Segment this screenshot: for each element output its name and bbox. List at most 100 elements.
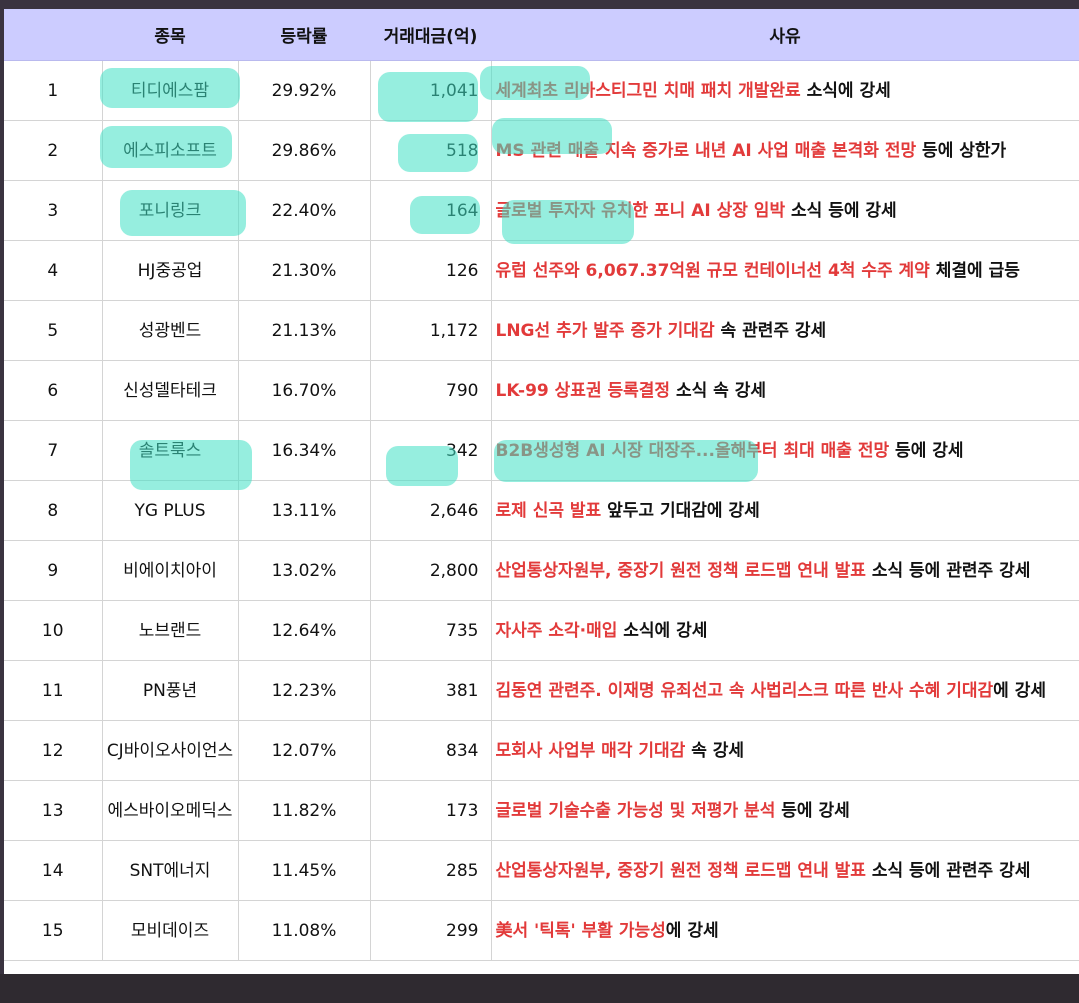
- reason-plain-text: 체결에 급등: [929, 260, 1020, 281]
- trading-volume-cell: 126: [369, 240, 491, 301]
- rank-cell: 12: [4, 720, 102, 781]
- reason-highlight-text: 美서 '틱톡' 부활 가능성: [495, 920, 666, 941]
- trading-volume-cell: 299: [369, 900, 491, 961]
- trading-volume-cell: 518: [369, 120, 491, 181]
- rank-cell: 8: [4, 480, 102, 541]
- reason-highlight-text: 김동연 관련주. 이재명 유죄선고 속 사법리스크 따른 반사 수혜 기대감: [495, 680, 994, 701]
- trading-volume-cell: 342: [369, 420, 491, 481]
- change-rate-cell: 21.30%: [237, 240, 370, 301]
- reason-highlight-text: 모회사 사업부 매각 기대감: [495, 740, 686, 761]
- table-row: 14 SNT에너지 11.45% 285 산업통상자원부, 중장기 원전 정책 로드맵 …: [4, 840, 1079, 901]
- rank-cell: 7: [4, 420, 102, 481]
- reason-highlight-text: 글로벌 기술수출 가능성 및 저평가 분석: [495, 800, 776, 821]
- table-row: 9 비에이치아이 13.02% 2,800 산업통상자원부, 중장기 원전 정책 로드맵…: [4, 540, 1079, 601]
- reason-cell: 산업통상자원부, 중장기 원전 정책 로드맵 연내 발표 소식 등에 관련주 강…: [490, 540, 1079, 601]
- table-row: 10 노브랜드 12.64% 735 자사주 소각·매입 소식에 강세: [4, 600, 1079, 661]
- rank-cell: 4: [4, 240, 102, 301]
- reason-plain-text: 소식 속 강세: [670, 380, 767, 401]
- reason-highlight-text: 글로벌 투자자 유치한 포니 AI 상장 임박: [495, 200, 786, 221]
- stock-name-cell: 신성델타테크: [101, 360, 238, 421]
- header-reason: 사유: [491, 9, 1079, 61]
- reason-cell: 美서 '틱톡' 부활 가능성에 강세: [490, 900, 1079, 961]
- table-row: 1 티디에스팜 29.92% 1,041 세계최초 리바스티그민 치매 패치 개발완료 …: [4, 60, 1079, 121]
- trading-volume-cell: 381: [369, 660, 491, 721]
- table-row: 11 PN풍년 12.23% 381 김동연 관련주. 이재명 유죄선고 속 사법리스크…: [4, 660, 1079, 721]
- reason-cell: 글로벌 기술수출 가능성 및 저평가 분석 등에 강세: [490, 780, 1079, 841]
- table-row: 4 HJ중공업 21.30% 126 유럽 선주와 6,067.37억원 규모 컨테이너…: [4, 240, 1079, 301]
- reason-cell: B2B생성형 AI 시장 대장주...올해부터 최대 매출 전망 등에 강세: [490, 420, 1079, 481]
- rank-cell: 1: [4, 60, 102, 121]
- rank-cell: 2: [4, 120, 102, 181]
- rank-cell: 11: [4, 660, 102, 721]
- change-rate-cell: 12.23%: [237, 660, 370, 721]
- reason-plain-text: 에 강세: [665, 920, 719, 941]
- change-rate-cell: 11.08%: [237, 900, 370, 961]
- reason-cell: 유럽 선주와 6,067.37억원 규모 컨테이너선 4척 수주 계약 체결에 …: [490, 240, 1079, 301]
- window-top-bar: [0, 0, 1079, 9]
- table-row: 13 에스바이오메딕스 11.82% 173 글로벌 기술수출 가능성 및 저평가 분석…: [4, 780, 1079, 841]
- reason-highlight-text: B2B생성형 AI 시장 대장주...올해부터 최대 매출 전망: [495, 440, 890, 461]
- reason-plain-text: 속 관련주 강세: [714, 320, 827, 341]
- trading-volume-cell: 285: [369, 840, 491, 901]
- header-name: 종목: [102, 9, 238, 61]
- stock-name-cell: SNT에너지: [101, 840, 238, 901]
- stock-name-cell: PN풍년: [101, 660, 238, 721]
- rank-cell: 9: [4, 540, 102, 601]
- change-rate-cell: 12.64%: [237, 600, 370, 661]
- change-rate-cell: 11.82%: [237, 780, 370, 841]
- rank-cell: 10: [4, 600, 102, 661]
- table-row: 5 성광벤드 21.13% 1,172 LNG선 추가 발주 증가 기대감 속 관련주 …: [4, 300, 1079, 361]
- trading-volume-cell: 1,172: [369, 300, 491, 361]
- rank-cell: 6: [4, 360, 102, 421]
- reason-cell: 산업통상자원부, 중장기 원전 정책 로드맵 연내 발표 소식 등에 관련주 강…: [490, 840, 1079, 901]
- reason-cell: MS 관련 매출 지속 증가로 내년 AI 사업 매출 본격화 전망 등에 상한…: [490, 120, 1079, 181]
- header-rank: [4, 9, 102, 61]
- reason-cell: 세계최초 리바스티그민 치매 패치 개발완료 소식에 강세: [490, 60, 1079, 121]
- reason-highlight-text: LK-99 상표권 등록결정: [495, 380, 671, 401]
- reason-plain-text: 등에 상한가: [916, 140, 1007, 161]
- table-row: 3 포니링크 22.40% 164 글로벌 투자자 유치한 포니 AI 상장 임박 소식…: [4, 180, 1079, 241]
- trading-volume-cell: 790: [369, 360, 491, 421]
- reason-plain-text: 등에 강세: [775, 800, 850, 821]
- trading-volume-cell: 173: [369, 780, 491, 841]
- stock-name-cell: 모비데이즈: [101, 900, 238, 961]
- stock-name-cell: 비에이치아이: [101, 540, 238, 601]
- change-rate-cell: 11.45%: [237, 840, 370, 901]
- stock-name-cell: 성광벤드: [101, 300, 238, 361]
- trading-volume-cell: 1,041: [369, 60, 491, 121]
- header-volume: 거래대금(억): [370, 9, 491, 61]
- reason-plain-text: 앞두고 기대감에 강세: [601, 500, 760, 521]
- stock-name-cell: 솔트룩스: [101, 420, 238, 481]
- stock-name-cell: HJ중공업: [101, 240, 238, 301]
- reason-highlight-text: 산업통상자원부, 중장기 원전 정책 로드맵 연내 발표: [495, 560, 866, 581]
- reason-plain-text: 소식에 강세: [800, 80, 891, 101]
- reason-plain-text: 소식 등에 관련주 강세: [865, 860, 1031, 881]
- header-rate: 등락률: [238, 9, 370, 61]
- table-row: 15 모비데이즈 11.08% 299 美서 '틱톡' 부활 가능성에 강세: [4, 900, 1079, 961]
- change-rate-cell: 29.92%: [237, 60, 370, 121]
- stock-name-cell: YG PLUS: [101, 480, 238, 541]
- rank-cell: 3: [4, 180, 102, 241]
- rank-cell: 14: [4, 840, 102, 901]
- trading-volume-cell: 834: [369, 720, 491, 781]
- reason-plain-text: 소식 등에 강세: [785, 200, 897, 221]
- table-header-row: 종목 등락률 거래대금(억) 사유: [4, 9, 1079, 61]
- reason-plain-text: 소식 등에 관련주 강세: [865, 560, 1031, 581]
- table-row: 12 CJ바이오사이언스 12.07% 834 모회사 사업부 매각 기대감 속 강세: [4, 720, 1079, 781]
- trading-volume-cell: 2,800: [369, 540, 491, 601]
- reason-plain-text: 등에 강세: [889, 440, 964, 461]
- stock-name-cell: 에스바이오메딕스: [101, 780, 238, 841]
- reason-cell: LK-99 상표권 등록결정 소식 속 강세: [490, 360, 1079, 421]
- change-rate-cell: 22.40%: [237, 180, 370, 241]
- trading-volume-cell: 164: [369, 180, 491, 241]
- stock-name-cell: 에스피소프트: [101, 120, 238, 181]
- change-rate-cell: 13.11%: [237, 480, 370, 541]
- reason-cell: 자사주 소각·매입 소식에 강세: [490, 600, 1079, 661]
- table-row: 6 신성델타테크 16.70% 790 LK-99 상표권 등록결정 소식 속 강세: [4, 360, 1079, 421]
- reason-cell: LNG선 추가 발주 증가 기대감 속 관련주 강세: [490, 300, 1079, 361]
- reason-highlight-text: LNG선 추가 발주 증가 기대감: [495, 320, 715, 341]
- reason-cell: 로제 신곡 발표 앞두고 기대감에 강세: [490, 480, 1079, 541]
- reason-highlight-text: MS 관련 매출 지속 증가로 내년 AI 사업 매출 본격화 전망: [495, 140, 917, 161]
- trading-volume-cell: 2,646: [369, 480, 491, 541]
- reason-cell: 글로벌 투자자 유치한 포니 AI 상장 임박 소식 등에 강세: [490, 180, 1079, 241]
